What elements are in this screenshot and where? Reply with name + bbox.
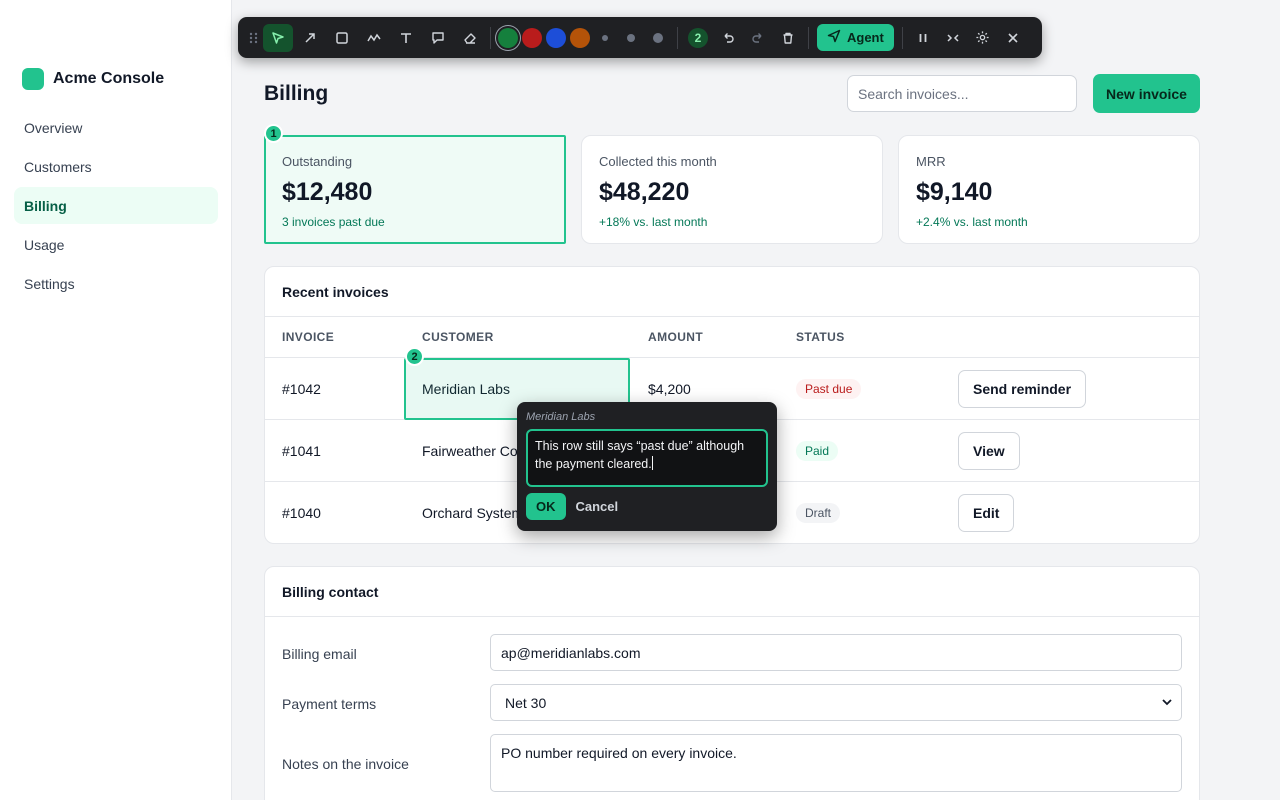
customer-name: Fairweather Co. <box>422 442 522 459</box>
toolbar-divider <box>677 26 678 49</box>
arrow-tool-icon[interactable] <box>295 24 325 52</box>
annotation-comment-popover: Meridian Labs This row still says “past … <box>517 402 777 531</box>
popover-actions: OK Cancel <box>526 493 768 520</box>
annotation-marker-2[interactable]: 2 <box>405 347 424 366</box>
column-header-amount: AMOUNT <box>648 330 704 344</box>
stat-card-mrr: MRR $9,140 +2.4% vs. last month <box>898 135 1200 244</box>
drag-handle-icon[interactable] <box>245 24 263 52</box>
stat-delta: +2.4% vs. last month <box>916 215 1028 229</box>
ok-button[interactable]: OK <box>526 493 566 520</box>
invoice-amount: $4,200 <box>648 380 691 397</box>
pause-icon[interactable] <box>908 24 938 52</box>
close-icon[interactable] <box>998 24 1028 52</box>
card-title: Billing contact <box>265 567 1199 617</box>
annotation-toolbar: 2 Agent <box>238 17 1042 58</box>
sidebar-item-billing[interactable]: Billing <box>14 187 218 224</box>
toolbar-divider <box>901 26 903 49</box>
invoice-number: #1042 <box>282 380 321 397</box>
send-icon <box>827 29 841 46</box>
page-title: Billing <box>264 82 329 105</box>
billing-email-label: Billing email <box>282 646 357 662</box>
color-swatch-green[interactable] <box>498 27 518 48</box>
color-swatch-amber[interactable] <box>570 27 590 48</box>
freehand-tool-icon[interactable] <box>359 24 389 52</box>
stat-value: $48,220 <box>599 178 690 206</box>
color-swatch-blue[interactable] <box>546 27 566 48</box>
toolbar-divider <box>808 26 809 49</box>
cancel-button[interactable]: Cancel <box>576 499 619 514</box>
stat-card-collected: Collected this month $48,220 +18% vs. la… <box>581 135 883 244</box>
new-invoice-button[interactable]: New invoice <box>1093 74 1200 113</box>
search-input[interactable] <box>847 75 1077 112</box>
stat-label: Collected this month <box>599 154 717 169</box>
stat-delta: 3 invoices past due <box>282 215 385 229</box>
chevron-down-icon <box>1161 695 1173 711</box>
card-title: Recent invoices <box>265 267 1199 317</box>
redo-icon[interactable] <box>743 24 773 52</box>
toolbar-divider <box>490 26 491 49</box>
stat-label: Outstanding <box>282 154 353 169</box>
send-reminder-button[interactable]: Send reminder <box>958 369 1087 408</box>
notes-textarea[interactable]: PO number required on every invoice. <box>490 734 1182 792</box>
sidebar-item-settings[interactable]: Settings <box>14 265 218 302</box>
stat-delta: +18% vs. last month <box>599 215 708 229</box>
payment-terms-value: Net 30 <box>505 694 547 711</box>
gear-icon[interactable] <box>968 24 998 52</box>
comment-textarea[interactable]: This row still says “past due” although … <box>526 429 768 487</box>
stroke-size-small[interactable] <box>602 34 608 41</box>
column-header-customer: CUSTOMER <box>422 330 494 344</box>
agent-button[interactable]: Agent <box>817 24 894 51</box>
agent-button-label: Agent <box>847 30 884 45</box>
comment-text: This row still says “past due” although … <box>535 439 745 471</box>
rectangle-tool-icon[interactable] <box>327 24 357 52</box>
annotation-marker-1[interactable]: 1 <box>264 124 283 143</box>
sidebar-item-customers[interactable]: Customers <box>14 148 218 185</box>
sidebar-nav: Overview Customers Billing Usage Setting… <box>14 109 218 304</box>
annotation-count-badge: 2 <box>688 27 708 48</box>
form-row-terms: Payment terms Net 30 <box>265 684 1199 734</box>
payment-terms-select[interactable]: Net 30 <box>490 684 1182 721</box>
stat-label: MRR <box>916 154 946 169</box>
trash-icon[interactable] <box>773 24 803 52</box>
stroke-size-large[interactable] <box>653 32 663 43</box>
invoice-number: #1041 <box>282 442 321 459</box>
brand[interactable]: Acme Console <box>22 68 164 90</box>
collapse-icon[interactable] <box>938 24 968 52</box>
form-row-email: Billing email ap@meridianlabs.com <box>265 634 1199 684</box>
customer-name: Orchard Systems <box>422 505 531 521</box>
stat-card-outstanding: Outstanding $12,480 3 invoices past due <box>264 135 566 244</box>
text-caret <box>651 456 653 470</box>
sidebar-item-usage[interactable]: Usage <box>14 226 218 263</box>
eraser-tool-icon[interactable] <box>455 24 485 52</box>
notes-label: Notes on the invoice <box>282 756 409 772</box>
color-swatch-red[interactable] <box>522 27 542 48</box>
comment-tool-icon[interactable] <box>423 24 453 52</box>
stat-value: $9,140 <box>916 178 993 206</box>
invoice-number: #1040 <box>282 505 321 521</box>
popover-title: Meridian Labs <box>526 411 596 423</box>
brand-name: Acme Console <box>53 70 165 87</box>
sidebar-item-overview[interactable]: Overview <box>14 109 218 146</box>
form-row-notes: Notes on the invoice PO number required … <box>265 734 1199 800</box>
stat-value: $12,480 <box>282 178 373 206</box>
billing-email-field[interactable]: ap@meridianlabs.com <box>490 634 1182 671</box>
payment-terms-label: Payment terms <box>282 696 377 712</box>
text-tool-icon[interactable] <box>391 24 421 52</box>
view-button[interactable]: View <box>958 431 1020 470</box>
status-badge: Draft <box>796 503 841 523</box>
billing-contact-card: Billing contact Billing email ap@meridia… <box>264 566 1200 800</box>
brand-logo-icon <box>22 68 44 90</box>
undo-icon[interactable] <box>713 24 743 52</box>
column-header-status: STATUS <box>796 330 845 344</box>
sidebar: Acme Console Overview Customers Billing … <box>0 0 232 800</box>
edit-button[interactable]: Edit <box>958 494 1015 532</box>
stroke-size-medium[interactable] <box>627 33 635 42</box>
status-badge: Paid <box>796 440 839 461</box>
status-badge: Past due <box>796 378 862 399</box>
column-header-invoice: INVOICE <box>282 330 335 344</box>
select-tool-icon[interactable] <box>263 23 293 52</box>
